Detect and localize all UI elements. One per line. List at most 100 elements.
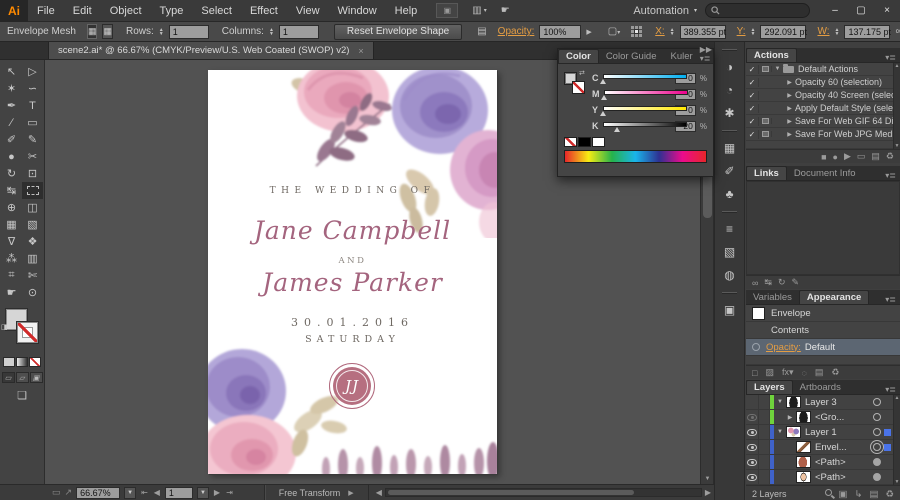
columns-input[interactable]: 1 xyxy=(278,24,319,39)
w-stepper[interactable]: ▲ ▼ xyxy=(835,27,840,36)
symbols-icon[interactable]: ♣ xyxy=(718,183,742,204)
rectangle-tool[interactable]: ▭ xyxy=(22,114,43,131)
visibility-toggle[interactable] xyxy=(746,455,759,469)
perspective-grid-tool[interactable]: ◫ xyxy=(22,199,43,216)
color-spectrum-bar[interactable] xyxy=(564,150,707,163)
target-icon[interactable] xyxy=(873,398,881,406)
locate-object-icon[interactable] xyxy=(824,488,832,496)
menu-help[interactable]: Help xyxy=(386,0,427,21)
tab-color[interactable]: Color xyxy=(558,49,599,63)
stroke-color-swatch[interactable] xyxy=(17,322,38,343)
brushes-icon[interactable]: ✐ xyxy=(718,160,742,181)
action-dialog-toggle[interactable] xyxy=(759,118,772,124)
none-button[interactable] xyxy=(29,357,41,367)
expand-icon[interactable]: ▼ xyxy=(774,399,786,405)
gradient-icon[interactable]: ▧ xyxy=(718,241,742,262)
arrange-documents-icon[interactable]: ▥ ▾ xyxy=(472,5,486,16)
document-tab[interactable]: scene2.ai* @ 66.67% (CMYK/Preview/U.S. W… xyxy=(48,42,374,59)
delete-button[interactable]: ♻ xyxy=(886,151,894,162)
last-artboard-button[interactable]: ⇥ xyxy=(225,488,234,497)
status-icon-2[interactable]: ↗ xyxy=(65,487,73,498)
new-sublayer-button[interactable]: ↳ xyxy=(855,489,863,500)
tab-color-guide[interactable]: Color Guide xyxy=(599,50,664,63)
dock-grip[interactable] xyxy=(722,130,737,132)
free-transform-tool[interactable] xyxy=(22,182,43,199)
scroll-down-icon[interactable]: ▼ xyxy=(701,476,714,482)
swap-fill-stroke-icon[interactable]: ⇄ xyxy=(579,69,585,77)
menu-file[interactable]: File xyxy=(28,0,64,21)
line-tool[interactable]: ∕ xyxy=(1,114,22,131)
action-check-icon[interactable]: ✓ xyxy=(746,77,759,87)
scissors-tool[interactable]: ✂ xyxy=(22,148,43,165)
black-swatch[interactable] xyxy=(578,137,591,147)
lock-toggle[interactable] xyxy=(759,395,770,409)
visibility-toggle[interactable] xyxy=(746,410,759,424)
panel-menu-icon[interactable]: ▾≣ xyxy=(885,171,900,180)
menu-select[interactable]: Select xyxy=(192,0,241,21)
lock-toggle[interactable] xyxy=(759,410,770,424)
action-row[interactable]: ✓ ▶ Opacity 60 (selection) xyxy=(746,76,893,89)
horizontal-scrollbar[interactable]: ◀ ▶ xyxy=(373,485,714,500)
play-selection-button[interactable]: ▶ xyxy=(844,151,851,162)
width-tool[interactable]: ↹ xyxy=(1,182,22,199)
previous-artboard-button[interactable]: ◀ xyxy=(153,488,161,497)
stroke-icon[interactable]: ≡ xyxy=(718,218,742,239)
visibility-toggle[interactable] xyxy=(746,395,759,409)
slider-track-k[interactable] xyxy=(603,121,688,132)
artboard-number-field[interactable]: 1 xyxy=(164,486,193,499)
w-input[interactable]: 137.175 pt xyxy=(844,24,891,39)
bridge-icon[interactable]: ▣ xyxy=(436,3,459,18)
action-row[interactable]: ✓ ▶Opacity 40 Screen (selection) xyxy=(746,89,893,102)
layer-thumbnail[interactable] xyxy=(786,426,801,438)
dock-grip[interactable] xyxy=(722,49,737,51)
appearance-opacity-row[interactable]: Opacity: Default xyxy=(746,339,900,356)
gradient-tool[interactable]: ▧ xyxy=(22,216,43,233)
expand-icon[interactable]: ▶ xyxy=(784,105,795,112)
eyedropper-tool[interactable]: ∇ xyxy=(1,233,22,250)
blob-brush-tool[interactable]: ● xyxy=(1,148,22,165)
panel-fill-stroke[interactable]: ⇄ xyxy=(564,69,588,102)
restore-button[interactable]: ▢ xyxy=(848,2,874,20)
new-action-button[interactable]: ▤ xyxy=(871,151,880,162)
slider-thumb[interactable] xyxy=(600,95,607,100)
panel-menu-icon[interactable]: ▾≣ xyxy=(885,385,900,394)
tab-layers[interactable]: Layers xyxy=(746,380,793,394)
reference-point-grid[interactable] xyxy=(631,26,643,37)
symbol-sprayer-tool[interactable]: ⁂ xyxy=(1,250,22,267)
expand-icon[interactable]: ▶ xyxy=(784,118,795,125)
tab-artboards[interactable]: Artboards xyxy=(793,381,848,394)
direct-selection-tool[interactable]: ▷ xyxy=(22,63,43,80)
action-dialog-toggle[interactable] xyxy=(759,66,772,72)
action-row[interactable]: ✓ ▼ Default Actions xyxy=(746,63,893,76)
cs-live-icon[interactable]: ☛ xyxy=(501,5,510,16)
gradient-button[interactable] xyxy=(16,357,28,367)
lock-toggle[interactable] xyxy=(759,455,770,469)
status-display[interactable]: Free Transform ▶ xyxy=(263,485,369,500)
color-panel-icon[interactable]: ◑ xyxy=(718,56,742,77)
tab-variables[interactable]: Variables xyxy=(746,291,799,304)
none-swatch[interactable] xyxy=(564,137,577,147)
magic-wand-tool[interactable]: ✶ xyxy=(1,80,22,97)
slice-tool[interactable]: ✄ xyxy=(22,267,43,284)
begin-recording-button[interactable]: ● xyxy=(833,152,838,162)
action-check-icon[interactable]: ✓ xyxy=(746,116,759,126)
shape-builder-tool[interactable]: ⊕ xyxy=(1,199,22,216)
target-icon[interactable] xyxy=(873,473,881,481)
y-link[interactable]: Y: xyxy=(737,26,746,37)
menu-object[interactable]: Object xyxy=(101,0,151,21)
artboard-tool[interactable]: ⌗ xyxy=(1,267,22,284)
make-clipping-mask-button[interactable]: ▣ xyxy=(839,489,848,500)
expand-icon[interactable]: ▶ xyxy=(784,131,795,138)
action-check-icon[interactable]: ✓ xyxy=(746,103,759,113)
lock-toggle[interactable] xyxy=(759,440,770,454)
layer-thumbnail[interactable] xyxy=(786,396,801,408)
opacity-input[interactable]: 100% xyxy=(539,24,582,39)
expand-icon[interactable]: ▼ xyxy=(772,66,783,72)
appearance-opacity-link[interactable]: Opacity: xyxy=(766,342,801,353)
default-fill-stroke-icon[interactable]: ◨ xyxy=(1,323,8,331)
expand-icon[interactable]: ▶ xyxy=(784,92,795,99)
workspace-switcher[interactable]: Automation ▾ xyxy=(625,5,705,17)
columns-stepper[interactable]: ▲ ▼ xyxy=(269,27,274,36)
slider-thumb[interactable] xyxy=(600,111,607,116)
blend-tool[interactable]: ❖ xyxy=(22,233,43,250)
